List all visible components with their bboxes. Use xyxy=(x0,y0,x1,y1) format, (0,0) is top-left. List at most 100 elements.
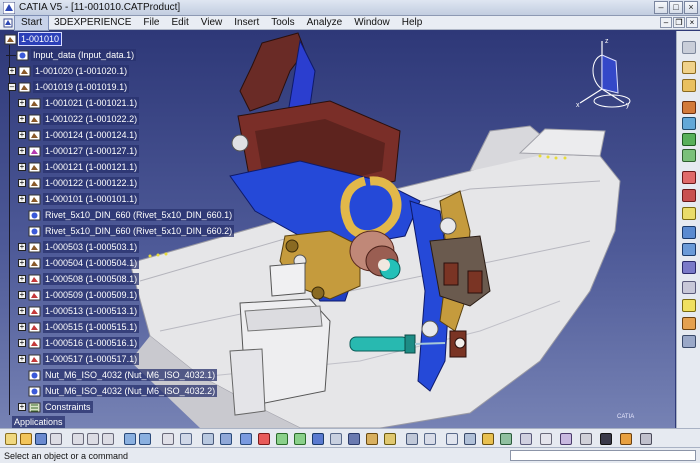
multi-view-icon[interactable] xyxy=(580,433,592,445)
menu-analyze[interactable]: Analyze xyxy=(301,16,349,30)
menu-edit[interactable]: Edit xyxy=(166,16,195,30)
pan-icon[interactable] xyxy=(240,433,252,445)
redo-icon[interactable] xyxy=(139,433,151,445)
fit-all-icon[interactable] xyxy=(220,433,232,445)
tree-node[interactable]: Rivet_5x10_DIN_660 (Rivet_5x10_DIN_660.1… xyxy=(28,208,235,222)
tree-node-label[interactable]: 1-001021 (1-001021.1) xyxy=(43,97,140,109)
new-icon[interactable] xyxy=(5,433,17,445)
analysis-icon[interactable] xyxy=(540,433,552,445)
tree-node-label[interactable]: 1-000504 (1-000504.1) xyxy=(43,257,140,269)
tree-node[interactable]: + Constraints xyxy=(18,400,93,414)
menu-file[interactable]: File xyxy=(137,16,165,30)
tree-node[interactable]: + 1-000122 (1-000122.1) xyxy=(18,176,140,190)
tree-node-label[interactable]: 1-000124 (1-000124.1) xyxy=(43,129,140,141)
expand-icon[interactable]: + xyxy=(18,355,26,363)
tree-node-label[interactable]: Rivet_5x10_DIN_660 (Rivet_5x10_DIN_660.1… xyxy=(43,209,235,221)
replace-component-icon[interactable] xyxy=(682,133,696,146)
part-tool-icon[interactable] xyxy=(682,101,696,114)
maximize-button[interactable]: □ xyxy=(669,1,683,14)
open-icon[interactable] xyxy=(20,433,32,445)
angle-icon[interactable] xyxy=(682,281,696,294)
product-tool-icon[interactable] xyxy=(682,61,696,74)
zoom-in-icon[interactable] xyxy=(276,433,288,445)
offset-icon[interactable] xyxy=(682,261,696,274)
measure-icon[interactable] xyxy=(424,433,436,445)
close-button[interactable]: × xyxy=(684,1,698,14)
tree-node-label[interactable]: Nut_M6_ISO_4032 (Nut_M6_ISO_4032.2) xyxy=(43,385,218,397)
menu-help[interactable]: Help xyxy=(396,16,429,30)
formula-icon[interactable] xyxy=(180,433,192,445)
tree-node[interactable]: Input_data (Input_data.1) xyxy=(6,48,137,62)
expand-icon[interactable]: + xyxy=(18,243,26,251)
snap-icon[interactable] xyxy=(682,189,696,202)
undo-icon[interactable] xyxy=(124,433,136,445)
normal-view-icon[interactable] xyxy=(312,433,324,445)
tree-node[interactable]: + 1-000513 (1-000513.1) xyxy=(18,304,140,318)
expand-icon[interactable]: + xyxy=(18,275,26,283)
tree-node[interactable]: Rivet_5x10_DIN_660 (Rivet_5x10_DIN_660.2… xyxy=(28,224,235,238)
doc-restore-button[interactable]: ❐ xyxy=(673,17,685,28)
camera-icon[interactable] xyxy=(600,433,612,445)
tree-node-label[interactable]: 1-000122 (1-000122.1) xyxy=(43,177,140,189)
tree-node-label[interactable]: 1-001020 (1-001020.1) xyxy=(33,65,130,77)
tree-node[interactable]: + 1-000508 (1-000508.1) xyxy=(18,272,140,286)
tree-node[interactable]: Applications xyxy=(12,415,65,428)
expand-icon[interactable]: + xyxy=(18,307,26,315)
tree-node-label[interactable]: 1-000101 (1-000101.1) xyxy=(43,193,140,205)
document-menu-icon[interactable] xyxy=(3,18,13,28)
hide-show-icon[interactable] xyxy=(366,433,378,445)
publication-icon[interactable] xyxy=(560,433,572,445)
tree-root-label[interactable]: 1-001010 xyxy=(17,32,63,46)
tree-node-label[interactable]: 1-000508 (1-000508.1) xyxy=(43,273,140,285)
tree-node[interactable]: + 1-000515 (1-000515.1) xyxy=(18,320,140,334)
tree-node[interactable]: + 1-000101 (1-000101.1) xyxy=(18,192,140,206)
quick-view-icon[interactable] xyxy=(330,433,342,445)
tree-node[interactable]: + 1-000127 (1-000127.1) xyxy=(18,144,140,158)
print-icon[interactable] xyxy=(50,433,62,445)
manipulate-icon[interactable] xyxy=(682,171,696,184)
expand-icon[interactable]: + xyxy=(18,179,26,187)
zoom-out-icon[interactable] xyxy=(294,433,306,445)
tree-node-label[interactable]: 1-000127 (1-000127.1) xyxy=(43,145,140,157)
cut-icon[interactable] xyxy=(72,433,84,445)
catalog-icon[interactable] xyxy=(202,433,214,445)
expand-icon[interactable]: + xyxy=(18,163,26,171)
expand-icon[interactable]: + xyxy=(18,259,26,267)
command-input[interactable] xyxy=(510,450,696,461)
clash-icon[interactable] xyxy=(446,433,458,445)
tree-node-label[interactable]: 1-001022 (1-001022.2) xyxy=(43,113,140,125)
update-icon[interactable] xyxy=(682,335,696,348)
menu-window[interactable]: Window xyxy=(348,16,396,30)
expand-icon[interactable]: + xyxy=(18,291,26,299)
expand-icon[interactable]: + xyxy=(18,339,26,347)
tree-node[interactable]: + 1-000504 (1-000504.1) xyxy=(18,256,140,270)
tree-node[interactable]: Nut_M6_ISO_4032 (Nut_M6_ISO_4032.2) xyxy=(28,384,218,398)
tree-node-label[interactable]: 1-000503 (1-000503.1) xyxy=(43,241,140,253)
tree-node[interactable]: + 1-000509 (1-000509.1) xyxy=(18,288,140,302)
coincidence-icon[interactable] xyxy=(682,226,696,239)
expand-icon[interactable]: + xyxy=(18,115,26,123)
component-tool-icon[interactable] xyxy=(682,79,696,92)
shading-icon[interactable] xyxy=(348,433,360,445)
rotate-icon[interactable] xyxy=(258,433,270,445)
swap-visible-space-icon[interactable] xyxy=(384,433,396,445)
expand-icon[interactable]: + xyxy=(18,195,26,203)
tree-node[interactable]: + 1-000121 (1-000121.1) xyxy=(18,160,140,174)
expand-icon[interactable]: + xyxy=(18,323,26,331)
tree-node[interactable]: Nut_M6_ISO_4032 (Nut_M6_ISO_4032.1) xyxy=(28,368,218,382)
compass-icon[interactable]: z x y xyxy=(572,33,652,115)
menu-insert[interactable]: Insert xyxy=(228,16,265,30)
tree-node-label[interactable]: Rivet_5x10_DIN_660 (Rivet_5x10_DIN_660.2… xyxy=(43,225,235,237)
knowledge-icon[interactable] xyxy=(620,433,632,445)
tree-node-label[interactable]: Constraints xyxy=(43,401,93,413)
tree-node-label[interactable]: 1-000513 (1-000513.1) xyxy=(43,305,140,317)
expand-icon[interactable]: + xyxy=(18,403,26,411)
expand-icon[interactable]: + xyxy=(8,67,16,75)
tree-node[interactable]: + 1-001020 (1-001020.1) xyxy=(8,64,130,78)
tree-root[interactable]: 1-001010 xyxy=(4,32,63,46)
fix-together-icon[interactable] xyxy=(682,317,696,330)
tree-node-label[interactable]: 1-000516 (1-000516.1) xyxy=(43,337,140,349)
collapse-icon[interactable]: – xyxy=(8,83,16,91)
fix-icon[interactable] xyxy=(682,299,696,312)
tree-node-label[interactable]: 1-001019 (1-001019.1) xyxy=(33,81,130,93)
